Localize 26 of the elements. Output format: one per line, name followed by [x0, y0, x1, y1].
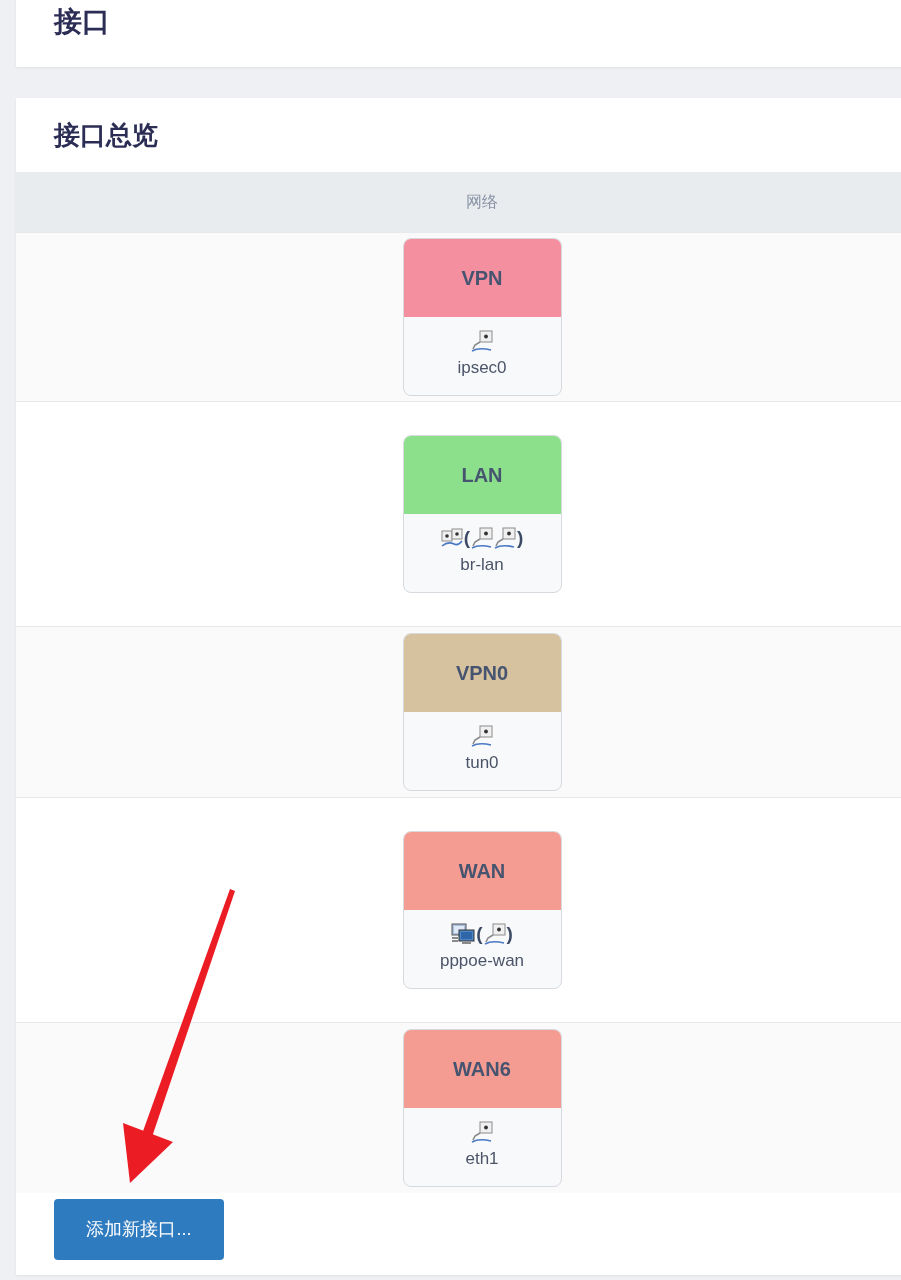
zone-name: VPN: [461, 266, 503, 291]
network-port-icon: [494, 527, 516, 549]
page-title: 接口: [54, 5, 110, 39]
network-ports-icon: [440, 527, 463, 549]
network-port-icon: [471, 330, 493, 352]
network-port-icon: [471, 725, 493, 747]
parenthesis: (: [463, 527, 470, 549]
parenthesis: ): [517, 527, 524, 549]
add-interface-button[interactable]: 添加新接口...: [54, 1199, 224, 1260]
device-name: pppoe-wan: [439, 950, 525, 972]
device-name: tun0: [465, 752, 499, 774]
computers-icon: [451, 923, 476, 945]
column-heading: 网络: [466, 192, 498, 212]
network-port-icon: [471, 1121, 493, 1143]
device-name: eth1: [465, 1148, 499, 1170]
zone-name: WAN: [458, 859, 506, 884]
zone-name: VPN0: [455, 661, 509, 686]
zone-name: LAN: [461, 463, 503, 488]
parenthesis: (: [476, 923, 483, 945]
network-port-icon: [483, 923, 506, 945]
section-title: 接口总览: [54, 119, 158, 152]
zone-name: WAN6: [453, 1057, 511, 1082]
device-name: ipsec0: [457, 357, 507, 379]
device-name: br-lan: [460, 554, 504, 576]
network-port-icon: [471, 527, 493, 549]
parenthesis: ): [506, 923, 513, 945]
